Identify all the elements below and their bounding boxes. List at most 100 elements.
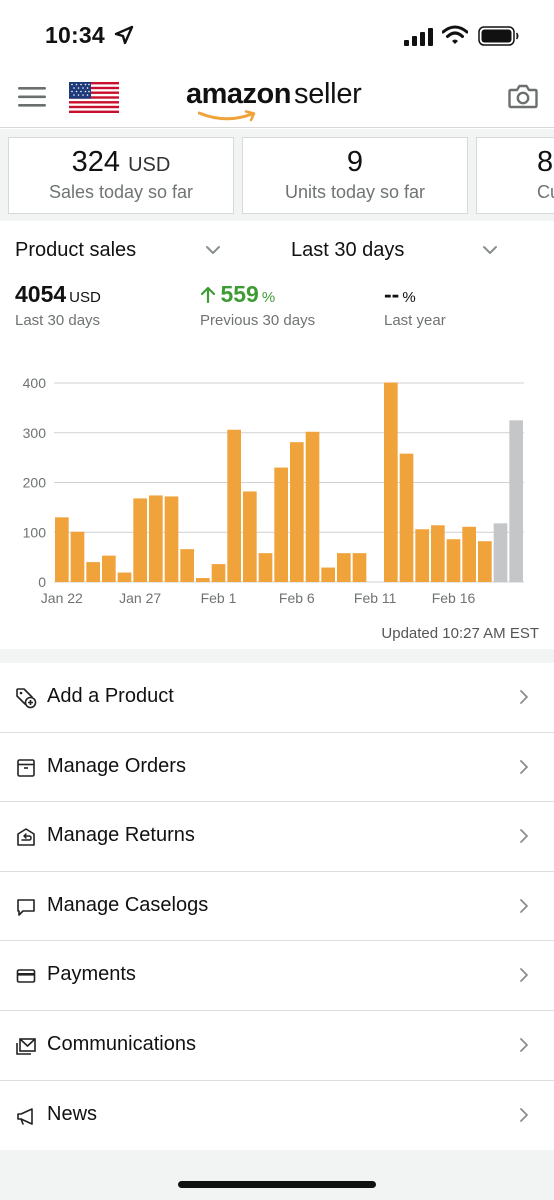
chart-bar[interactable] xyxy=(431,525,445,582)
chevron-down-icon[interactable] xyxy=(482,245,498,255)
brand-amazon-text: amazon xyxy=(186,78,291,110)
menu-item-communications[interactable]: Communications xyxy=(0,1010,554,1081)
menu-item-payments[interactable]: Payments xyxy=(0,941,554,1011)
card-icon xyxy=(16,969,36,984)
chart-bar[interactable] xyxy=(164,496,179,582)
stat-last-30-days: 4054 USD Last 30 days xyxy=(15,281,101,329)
chart-bar[interactable] xyxy=(243,491,257,582)
stat-value: 4054 xyxy=(15,281,67,307)
chart-bar[interactable] xyxy=(70,531,85,582)
chart-bar[interactable] xyxy=(415,529,429,582)
chart-bar[interactable] xyxy=(384,382,398,583)
chevron-right-icon xyxy=(520,1107,528,1122)
chart-bar[interactable] xyxy=(117,572,132,582)
chevron-right-icon xyxy=(520,968,528,983)
chart-bar[interactable] xyxy=(462,526,476,582)
orders-box-icon xyxy=(17,758,35,777)
metric-value-wrap: 9 xyxy=(243,146,467,179)
metric-cards-carousel[interactable]: 324 USD Sales today so far 9 Units today… xyxy=(0,129,554,221)
chevron-right-icon xyxy=(520,898,528,913)
metric-card-sales-today[interactable]: 324 USD Sales today so far xyxy=(8,137,234,214)
home-indicator[interactable] xyxy=(178,1181,376,1188)
y-tick-label: 100 xyxy=(23,524,47,540)
metric-label: Units today so far xyxy=(284,182,426,202)
y-tick-label: 400 xyxy=(23,375,47,391)
chart-bar[interactable] xyxy=(337,553,351,582)
chart-bar[interactable] xyxy=(509,420,523,582)
chart-bar[interactable] xyxy=(446,539,461,582)
us-flag-icon[interactable] xyxy=(69,82,119,113)
app-header: amazon seller xyxy=(0,66,554,128)
chart-bar[interactable] xyxy=(478,541,492,582)
menu-label: Communications xyxy=(47,1032,196,1055)
menu-item-add-product[interactable]: Add a Product xyxy=(0,663,554,733)
chart-bar[interactable] xyxy=(274,467,288,582)
chat-bubble-icon xyxy=(17,898,35,916)
location-arrow-icon xyxy=(114,25,134,45)
sales-bar-chart[interactable]: 400 300 200 100 0Jan 22 Jan 27 Feb 1 Feb 6 Feb 1… xyxy=(0,366,554,616)
menu-label: Manage Orders xyxy=(47,754,186,777)
updated-timestamp: Updated 10:27 AM EST xyxy=(381,625,539,642)
chart-bar[interactable] xyxy=(305,431,320,582)
status-bar: 10:34 xyxy=(0,0,554,66)
x-tick-label: Feb 11 xyxy=(354,590,397,606)
y-tick-label: 0 xyxy=(38,574,46,590)
metric-value: 324 xyxy=(71,146,121,178)
menu-item-news[interactable]: News xyxy=(0,1080,554,1151)
amazon-seller-logo: amazon seller xyxy=(186,74,376,124)
x-tick-label: Feb 16 xyxy=(432,590,476,606)
chart-bar[interactable] xyxy=(55,517,69,582)
metric-value: 9 xyxy=(346,146,364,178)
menu-label: Manage Returns xyxy=(47,824,195,847)
stat-value: -- xyxy=(384,281,400,307)
stat-value: 559 xyxy=(220,281,259,307)
chart-bar[interactable] xyxy=(86,562,100,582)
chart-bar[interactable] xyxy=(102,555,116,582)
cellular-signal-icon xyxy=(404,28,433,46)
chart-bar[interactable] xyxy=(321,567,335,582)
chart-bar[interactable] xyxy=(149,495,163,582)
sales-summary-section: Product sales Last 30 days 4054 USD Last … xyxy=(0,221,554,649)
chart-bar[interactable] xyxy=(258,553,273,582)
stat-unit: % xyxy=(261,289,276,306)
menu-item-manage-orders[interactable]: Manage Orders xyxy=(0,732,554,803)
chart-bar[interactable] xyxy=(133,498,147,582)
metric-card-units-today[interactable]: 9 Units today so far xyxy=(242,137,468,214)
metric-value-wrap: 8 xyxy=(537,146,554,179)
amazon-smile-icon xyxy=(198,110,256,122)
menu-item-manage-caselogs[interactable]: Manage Caselogs xyxy=(0,871,554,942)
hamburger-menu-icon[interactable] xyxy=(18,86,46,108)
chart-bar[interactable] xyxy=(352,553,367,582)
status-time: 10:34 xyxy=(45,22,105,48)
chevron-right-icon xyxy=(520,690,528,704)
menu-item-manage-returns[interactable]: Manage Returns xyxy=(0,802,554,872)
chart-bar[interactable] xyxy=(196,578,210,582)
camera-icon[interactable] xyxy=(508,83,538,109)
chart-bar[interactable] xyxy=(399,453,414,582)
section-divider xyxy=(0,649,554,663)
y-tick-label: 300 xyxy=(23,425,47,441)
chart-bar[interactable] xyxy=(493,523,508,582)
navigation-list: Add a Product Manage Orders Manage Retur… xyxy=(0,663,554,1151)
chart-bar[interactable] xyxy=(180,549,194,582)
metric-card-current[interactable]: 8 Curr xyxy=(476,137,554,214)
arrow-up-icon xyxy=(200,286,216,304)
chevron-down-icon[interactable] xyxy=(205,245,221,255)
y-tick-label: 200 xyxy=(23,475,47,491)
x-tick-label: Jan 22 xyxy=(41,590,83,606)
stat-label: Previous 30 days xyxy=(200,312,316,329)
menu-label: News xyxy=(47,1102,98,1125)
megaphone-icon xyxy=(17,1107,33,1125)
chart-bar[interactable] xyxy=(227,429,241,582)
returns-box-icon xyxy=(17,828,35,846)
metric-label: Sales today so far xyxy=(48,182,194,202)
metric-unit: USD xyxy=(128,154,171,176)
x-tick-label: Feb 6 xyxy=(279,590,315,606)
stat-label: Last 30 days xyxy=(15,312,101,329)
x-tick-label: Jan 27 xyxy=(119,590,161,606)
date-range-dropdown[interactable]: Last 30 days xyxy=(291,239,404,262)
chart-bar[interactable] xyxy=(211,564,226,582)
metric-select-dropdown[interactable]: Product sales xyxy=(15,239,136,262)
chart-bar[interactable] xyxy=(290,442,304,582)
brand-seller-text: seller xyxy=(294,78,362,110)
